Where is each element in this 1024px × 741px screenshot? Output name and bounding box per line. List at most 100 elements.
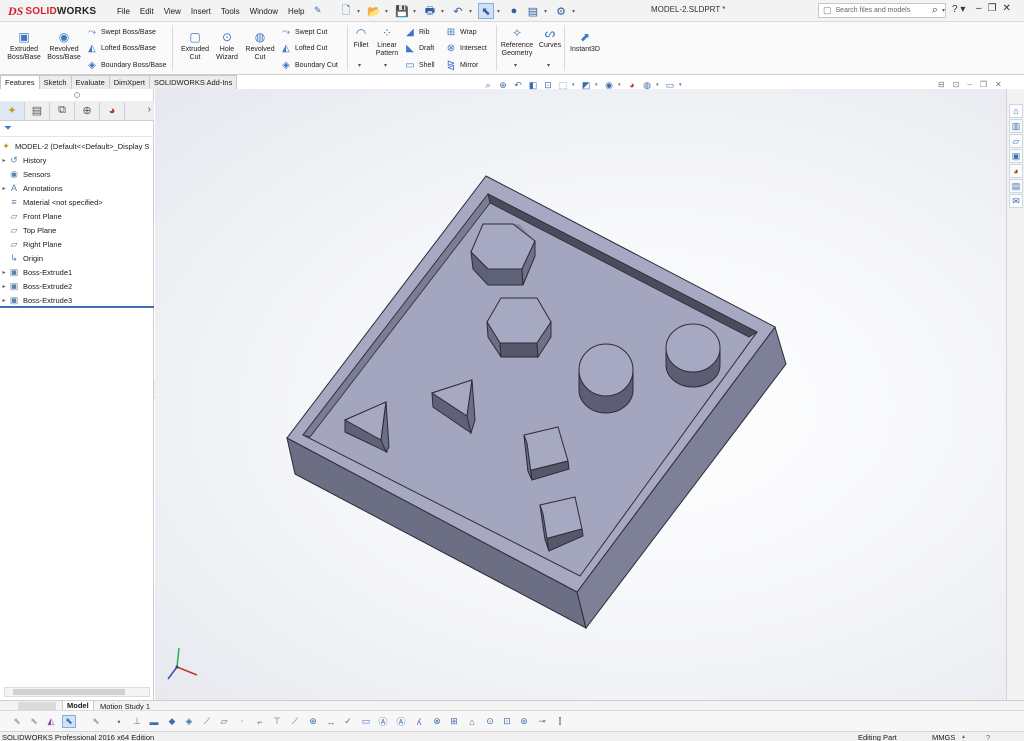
pin-menu-icon[interactable]: ✎ bbox=[314, 5, 324, 17]
collapse-viewport-icon[interactable]: ⊡ bbox=[953, 80, 960, 89]
filter-notes-icon[interactable]: Ⓐ bbox=[376, 715, 390, 728]
search-dropdown-icon[interactable]: ▾ bbox=[942, 7, 945, 14]
tree-item[interactable]: ▸ ▣ Boss-Extrude1 bbox=[0, 265, 154, 279]
print-dropdown-icon[interactable]: ▾ bbox=[441, 8, 447, 15]
solidworks-logo[interactable]: DS SOLIDWORKS bbox=[8, 4, 96, 18]
select-arrow-icon[interactable]: ⬉ bbox=[62, 715, 76, 728]
color-filter-icon[interactable]: ◭ bbox=[44, 715, 58, 728]
viewport-close-icon[interactable]: ✕ bbox=[995, 80, 1002, 89]
filter-sketch-points-icon[interactable]: ⋅ bbox=[235, 715, 249, 728]
undo-icon[interactable]: ↶ bbox=[450, 3, 466, 19]
revolved-boss-button[interactable]: ◉ Revolved Boss/Base bbox=[44, 30, 84, 62]
smart-select-icon[interactable]: ⬉ bbox=[10, 715, 24, 728]
appearances-scenes-icon[interactable]: ◕ bbox=[1009, 164, 1023, 178]
filter-icon[interactable]: ⏷ bbox=[4, 123, 12, 134]
lofted-cut-button[interactable]: ◭ Lofted Cut bbox=[280, 42, 327, 54]
tree-item[interactable]: ↳ Origin bbox=[0, 251, 154, 265]
hide-show-items-icon[interactable]: ◉ bbox=[603, 79, 615, 91]
filter-surfaces-icon[interactable]: ◆ bbox=[165, 715, 179, 728]
save-icon[interactable]: 💾 bbox=[394, 3, 410, 19]
display-manager-tab-icon[interactable]: ◕ bbox=[100, 101, 125, 120]
expand-arrow-icon[interactable]: ▸ bbox=[0, 269, 8, 276]
view-orientation-icon[interactable]: ⬚ bbox=[557, 79, 569, 91]
filter-faces-icon[interactable]: ▬ bbox=[147, 715, 161, 728]
tree-filter[interactable]: ⏷ bbox=[0, 121, 154, 137]
feature-tree-tab-icon[interactable]: ✦ bbox=[0, 101, 25, 120]
extruded-cut-button[interactable]: ▢ Extruded Cut bbox=[176, 30, 214, 62]
close-icon[interactable]: ✕ bbox=[1003, 3, 1011, 14]
file-explorer-icon[interactable]: ▱ bbox=[1009, 134, 1023, 148]
print-icon[interactable]: 🖶 bbox=[422, 3, 438, 19]
menu-edit[interactable]: Edit bbox=[135, 7, 159, 16]
filter-midsurfaces-icon[interactable]: ⊸ bbox=[535, 715, 549, 728]
filter-axes-icon[interactable]: ⟋ bbox=[200, 715, 214, 728]
revolved-cut-button[interactable]: ◍ Revolved Cut bbox=[242, 30, 278, 62]
dynamic-annotation-icon[interactable]: ⊡ bbox=[542, 79, 554, 91]
filter-silhouette-edges-icon[interactable]: ⫿ bbox=[553, 715, 567, 728]
scene-dropdown-icon[interactable]: ▾ bbox=[656, 82, 661, 88]
wrap-button[interactable]: ⊞ Wrap bbox=[445, 26, 477, 38]
minimize-icon[interactable]: – bbox=[976, 3, 982, 14]
expand-arrow-icon[interactable]: ▸ bbox=[0, 283, 8, 290]
tab-features[interactable]: Features bbox=[0, 75, 40, 89]
shell-button[interactable]: ▭ Shell bbox=[404, 59, 434, 71]
zoom-to-fit-icon[interactable]: ⌕ bbox=[482, 79, 494, 91]
section-view-icon[interactable]: ◧ bbox=[527, 79, 539, 91]
extruded-boss-button[interactable]: ▣ Extruded Boss/Base bbox=[4, 30, 44, 62]
dimxpert-manager-tab-icon[interactable]: ⊕ bbox=[75, 101, 100, 120]
swept-boss-button[interactable]: ⤳ Swept Boss/Base bbox=[86, 26, 156, 38]
hide-show-dropdown-icon[interactable]: ▾ bbox=[618, 82, 623, 88]
reference-geometry-dropdown-icon[interactable]: ▾ bbox=[514, 62, 517, 69]
chevron-right-icon[interactable]: › bbox=[148, 104, 151, 115]
tree-item[interactable]: ▸ ▣ Boss-Extrude2 bbox=[0, 279, 154, 293]
restore-icon[interactable]: ❐ bbox=[988, 3, 997, 14]
intersect-button[interactable]: ⊗ Intersect bbox=[445, 42, 487, 54]
edit-appearance-icon[interactable]: ◕ bbox=[626, 79, 638, 91]
tree-item[interactable]: ≡ Material <not specified> bbox=[0, 195, 154, 209]
rebuild-traffic-light-icon[interactable]: ● bbox=[506, 3, 522, 19]
hole-wizard-button[interactable]: ⊙ Hole Wizard bbox=[210, 30, 244, 62]
status-help-icon[interactable]: ? bbox=[986, 733, 990, 741]
search-input[interactable]: Search files and models bbox=[836, 7, 928, 14]
unit-system[interactable]: MMGS bbox=[932, 733, 955, 741]
solidworks-forum-icon[interactable]: ✉ bbox=[1009, 194, 1023, 208]
menu-window[interactable]: Window bbox=[245, 7, 283, 16]
scrollbar-thumb[interactable] bbox=[13, 689, 125, 695]
new-dropdown-icon[interactable]: ▾ bbox=[357, 8, 363, 15]
filter-geometric-tolerances-icon[interactable]: ▭ bbox=[359, 715, 373, 728]
lofted-boss-button[interactable]: ◭ Lofted Boss/Base bbox=[86, 42, 156, 54]
graphics-area[interactable] bbox=[155, 89, 1006, 700]
view-palette-icon[interactable]: ▣ bbox=[1009, 149, 1023, 163]
units-dropdown-icon[interactable]: ▴ bbox=[962, 733, 965, 740]
zoom-to-area-icon[interactable]: ⊕ bbox=[497, 79, 509, 91]
menu-insert[interactable]: Insert bbox=[186, 7, 216, 16]
instant3d-button[interactable]: ⬈ Instant3D bbox=[568, 30, 602, 54]
new-document-icon[interactable]: 🗋 bbox=[338, 3, 354, 19]
menu-view[interactable]: View bbox=[159, 7, 186, 16]
view-settings-icon[interactable]: ▭ bbox=[664, 79, 676, 91]
tab-sketch[interactable]: Sketch bbox=[38, 75, 72, 89]
display-style-dropdown-icon[interactable]: ▾ bbox=[595, 82, 600, 88]
tree-item[interactable]: ▸ A Annotations bbox=[0, 181, 154, 195]
filter-midpoints-icon[interactable]: ⊤ bbox=[270, 715, 284, 728]
tree-root-part[interactable]: ✦ MODEL-2 (Default<<Default>_Display S bbox=[0, 139, 154, 153]
apply-scene-icon[interactable]: ◍ bbox=[641, 79, 653, 91]
reference-geometry-button[interactable]: ✧ Reference Geometry bbox=[498, 26, 536, 58]
solidworks-resources-icon[interactable]: ⌂ bbox=[1009, 104, 1023, 118]
curves-button[interactable]: ᔕ Curves bbox=[538, 26, 562, 50]
menu-file[interactable]: File bbox=[112, 7, 135, 16]
search-icon[interactable]: ⌕ bbox=[932, 4, 938, 17]
menu-tools[interactable]: Tools bbox=[216, 7, 245, 16]
filter-connection-points-icon[interactable]: ⊡ bbox=[500, 715, 514, 728]
tree-item[interactable]: ▱ Right Plane bbox=[0, 237, 154, 251]
filter-centerline-icon[interactable]: ⊕ bbox=[306, 715, 320, 728]
view-settings-dropdown-icon[interactable]: ▾ bbox=[679, 82, 684, 88]
filter-routing-points-icon[interactable]: ⊛ bbox=[517, 715, 531, 728]
options-gear-icon[interactable]: ⚙ bbox=[553, 3, 569, 19]
boundary-boss-button[interactable]: ◈ Boundary Boss/Base bbox=[86, 59, 166, 71]
filter-edges-icon[interactable]: ⊥ bbox=[130, 715, 144, 728]
filter-dowel-pins-icon[interactable]: ⊙ bbox=[483, 715, 497, 728]
previous-view-icon[interactable]: ↶ bbox=[512, 79, 524, 91]
rib-button[interactable]: ◢ Rib bbox=[404, 26, 429, 38]
mirror-button[interactable]: ⧎ Mirror bbox=[445, 59, 478, 71]
